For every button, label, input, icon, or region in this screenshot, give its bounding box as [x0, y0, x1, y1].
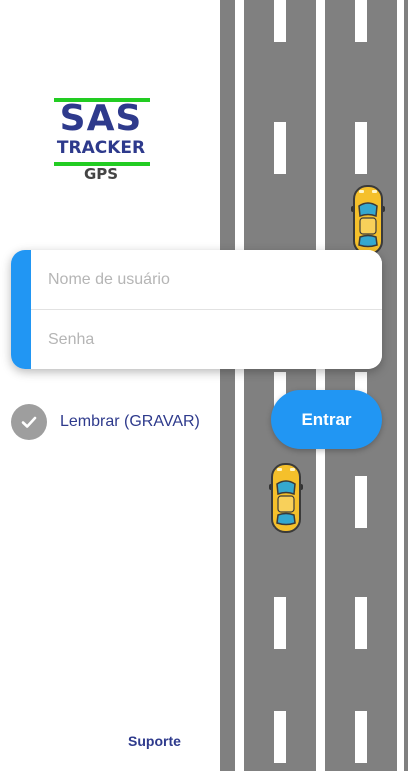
road-lane: [244, 0, 316, 771]
lane-dash: [274, 711, 286, 763]
logo-tagline: GPS: [83, 165, 119, 183]
lane-dash: [355, 597, 367, 649]
login-screen: SAS TRACKER GPS Lembrar (GRAVAR) Entrar …: [0, 0, 408, 771]
road-lane: [325, 0, 397, 771]
logo-subtitle: TRACKER: [56, 138, 146, 158]
lane-dash: [355, 711, 367, 763]
enter-button[interactable]: Entrar: [271, 390, 382, 449]
yellow-car-icon: [268, 462, 304, 534]
login-form-card: [11, 250, 382, 369]
sas-tracker-logo: SAS TRACKER GPS: [52, 94, 150, 190]
password-field: [31, 310, 382, 369]
check-icon[interactable]: [11, 404, 47, 440]
logo-title: SAS: [59, 98, 143, 139]
remember-checkbox[interactable]: Lembrar (GRAVAR): [11, 403, 200, 441]
road-lane: [220, 0, 235, 771]
lane-dash: [355, 476, 367, 528]
road-background: [220, 0, 408, 771]
username-field: [31, 250, 382, 310]
lane-dash: [274, 597, 286, 649]
lane-dash: [274, 122, 286, 174]
remember-label: Lembrar (GRAVAR): [60, 413, 200, 430]
lane-dash: [355, 122, 367, 174]
password-input[interactable]: [48, 310, 368, 369]
username-input[interactable]: [48, 250, 368, 309]
lane-dash: [355, 0, 367, 42]
card-accent-bar: [11, 250, 31, 369]
lane-dash: [274, 0, 286, 42]
yellow-car-icon: [350, 184, 386, 256]
support-link[interactable]: Suporte: [128, 733, 181, 749]
road-lane: [404, 0, 408, 771]
